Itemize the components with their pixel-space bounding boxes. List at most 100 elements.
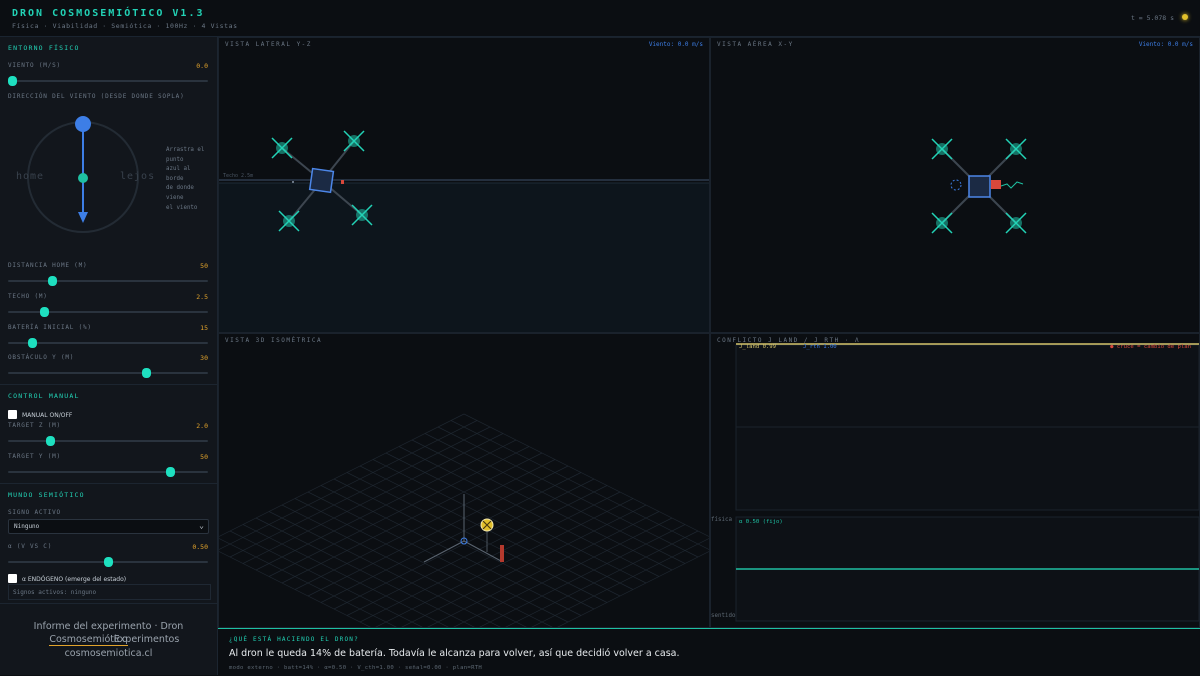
grid-line <box>281 504 527 627</box>
alpha-value: 0.50 <box>192 543 208 551</box>
dial-home-label: home <box>16 171 45 182</box>
slider-thumb[interactable] <box>8 76 17 86</box>
chevron-down-icon: ⌄ <box>199 521 204 530</box>
sim-clock: t = 5.078 s <box>1130 14 1174 22</box>
obstacle-iso <box>500 545 504 562</box>
slider-track <box>8 280 208 282</box>
control-sidebar: ENTORNO FÍSICO VIENTO (M/S) 0.0 DIRECCIÓ… <box>0 37 218 675</box>
target-y-value: 50 <box>200 453 208 461</box>
dial-hint: Arrastra el punto azul al borde de donde vien… <box>166 147 205 211</box>
alpha-endogeno-checkbox[interactable] <box>8 574 17 583</box>
techo-line-label: Techo 2.5m <box>223 173 254 179</box>
grid-line <box>255 517 475 627</box>
conflicto-title: CONFLICTO J_LAND / J_RTH · Λ <box>717 337 861 344</box>
panel-conflicto[interactable]: CONFLICTO J_LAND / J_RTH · Λ J_land 0.99… <box>710 333 1200 628</box>
vista-aerea-title: VISTA AÉREA X-Y <box>717 41 794 48</box>
techo-label: TECHO (M) <box>8 293 48 300</box>
distancia-home-label: DISTANCIA HOME (M) <box>8 262 88 269</box>
footer-line-1[interactable]: Informe del experimento · Dron <box>0 621 217 632</box>
section-control-manual: CONTROL MANUAL <box>8 392 80 400</box>
footer-site[interactable]: cosmosemiotica.cl <box>0 648 217 659</box>
distancia-home-value: 50 <box>200 262 208 270</box>
target-z-value: 2.0 <box>196 422 208 430</box>
distancia-home-slider[interactable] <box>8 276 208 286</box>
section-entorno-fisico: ENTORNO FÍSICO <box>8 44 80 52</box>
slider-track <box>8 372 208 374</box>
signo-activo-select[interactable]: Ninguno ⌄ <box>8 519 209 534</box>
wind-handle[interactable] <box>75 116 91 132</box>
aerea-canvas <box>931 138 1027 234</box>
viento-value: 0.0 <box>196 62 208 70</box>
j-rth-legend: J_rth 1.00 <box>803 344 837 350</box>
direccion-viento-label: DIRECCIÓN DEL VIENTO (DESDE DONDE SOPLA) <box>8 93 185 100</box>
slider-thumb[interactable] <box>104 557 113 567</box>
alpha-endogeno-label: α ENDÓGENO (emerge del estado) <box>22 576 127 583</box>
narrative-heading: ¿QUÉ ESTÁ HACIENDO EL DRON? <box>229 636 359 643</box>
section-mundo-semiotico: MUNDO SEMIÓTICO <box>8 491 85 499</box>
fisica-axis-label: física <box>711 517 732 523</box>
panel-vista-aerea[interactable]: VISTA AÉREA X-Y Viento: 0.0 m/s <box>710 37 1200 333</box>
grid-line <box>219 413 465 537</box>
slider-thumb[interactable] <box>40 307 49 317</box>
bateria-value: 15 <box>200 324 208 332</box>
slider-thumb[interactable] <box>48 276 57 286</box>
target-y-label: TARGET Y (M) <box>8 453 61 460</box>
app-title: Dron Cosmosemiótico v1.3 <box>12 8 205 19</box>
grid-line <box>229 530 423 627</box>
dial-center-dot <box>78 173 88 183</box>
slider-track <box>8 342 208 344</box>
conflicto-chart <box>735 343 1199 622</box>
narrative-text: Al dron le queda 14% de batería. Todavía… <box>229 648 680 659</box>
obstaculo-slider[interactable] <box>8 368 208 378</box>
manual-checkbox[interactable] <box>8 410 17 419</box>
grid-line <box>505 530 699 627</box>
grid-line <box>401 504 647 627</box>
slider-track <box>8 80 208 82</box>
obstaculo-label: OBSTÁCULO Y (M) <box>8 354 75 361</box>
slider-track <box>8 311 208 313</box>
sentido-axis-label: sentido <box>711 613 736 619</box>
signos-activos-box: Signos activos: ninguno <box>8 584 211 600</box>
divider <box>0 603 217 604</box>
slider-track <box>8 471 208 473</box>
techo-value: 2.5 <box>196 293 208 301</box>
alpha-slider[interactable] <box>8 557 208 567</box>
slider-thumb[interactable] <box>28 338 37 348</box>
alpha-label: α (V VS C) <box>8 543 53 550</box>
narrative-status: modo externo · batt=14% · α=0.50 · V_cth… <box>229 665 483 671</box>
slider-track <box>8 440 208 442</box>
drone-top-icon <box>931 138 1027 234</box>
wind-arrow-head-icon <box>78 212 88 223</box>
dial-lejos-label: lejos <box>120 171 156 182</box>
signos-activos-text: Signos activos: ninguno <box>13 589 97 596</box>
slider-thumb[interactable] <box>46 436 55 446</box>
signo-activo-value: Ninguno <box>14 523 40 530</box>
manual-checkbox-label: MANUAL ON/OFF <box>22 412 73 419</box>
narrative-panel: ¿QUÉ ESTÁ HACIENDO EL DRON? Al dron le q… <box>218 628 1200 676</box>
viento-slider[interactable] <box>8 76 208 86</box>
vista-lateral-wind: Viento: 0.0 m/s <box>648 41 703 48</box>
grid-line <box>453 517 673 627</box>
iso-canvas <box>219 413 709 627</box>
slider-thumb[interactable] <box>166 467 175 477</box>
bateria-label: BATERÍA INICIAL (%) <box>8 324 92 331</box>
panel-vista-iso[interactable]: VISTA 3D ISOMÉTRICA <box>218 333 710 628</box>
target-z-slider[interactable] <box>8 436 208 446</box>
lateral-canvas <box>219 130 709 332</box>
vista-iso-title: VISTA 3D ISOMÉTRICA <box>225 337 323 344</box>
target-z-label: TARGET Z (M) <box>8 422 61 429</box>
divider <box>0 384 217 385</box>
vista-lateral-title: VISTA LATERAL Y-Z <box>225 41 312 48</box>
target-y-slider[interactable] <box>8 467 208 477</box>
app-subtitle: Física · Viabilidad · Semiótica · 100Hz … <box>12 22 238 30</box>
techo-slider[interactable] <box>8 307 208 317</box>
top-bar: Dron Cosmosemiótico v1.3 Física · Viabil… <box>0 0 1200 37</box>
panel-vista-lateral[interactable]: Techo 2.5m VISTA LATERAL Y-Z Viento: 0.0… <box>218 37 710 333</box>
j-land-legend: J_land 0.99 <box>739 344 777 350</box>
viento-label: VIENTO (M/S) <box>8 62 61 69</box>
alpha-fijo-legend: α 0.50 (fijo) <box>739 519 783 525</box>
slider-thumb[interactable] <box>142 368 151 378</box>
cruce-legend: ● cruce = cambio de plan <box>1110 344 1191 350</box>
status-led-icon <box>1182 14 1188 20</box>
bateria-slider[interactable] <box>8 338 208 348</box>
